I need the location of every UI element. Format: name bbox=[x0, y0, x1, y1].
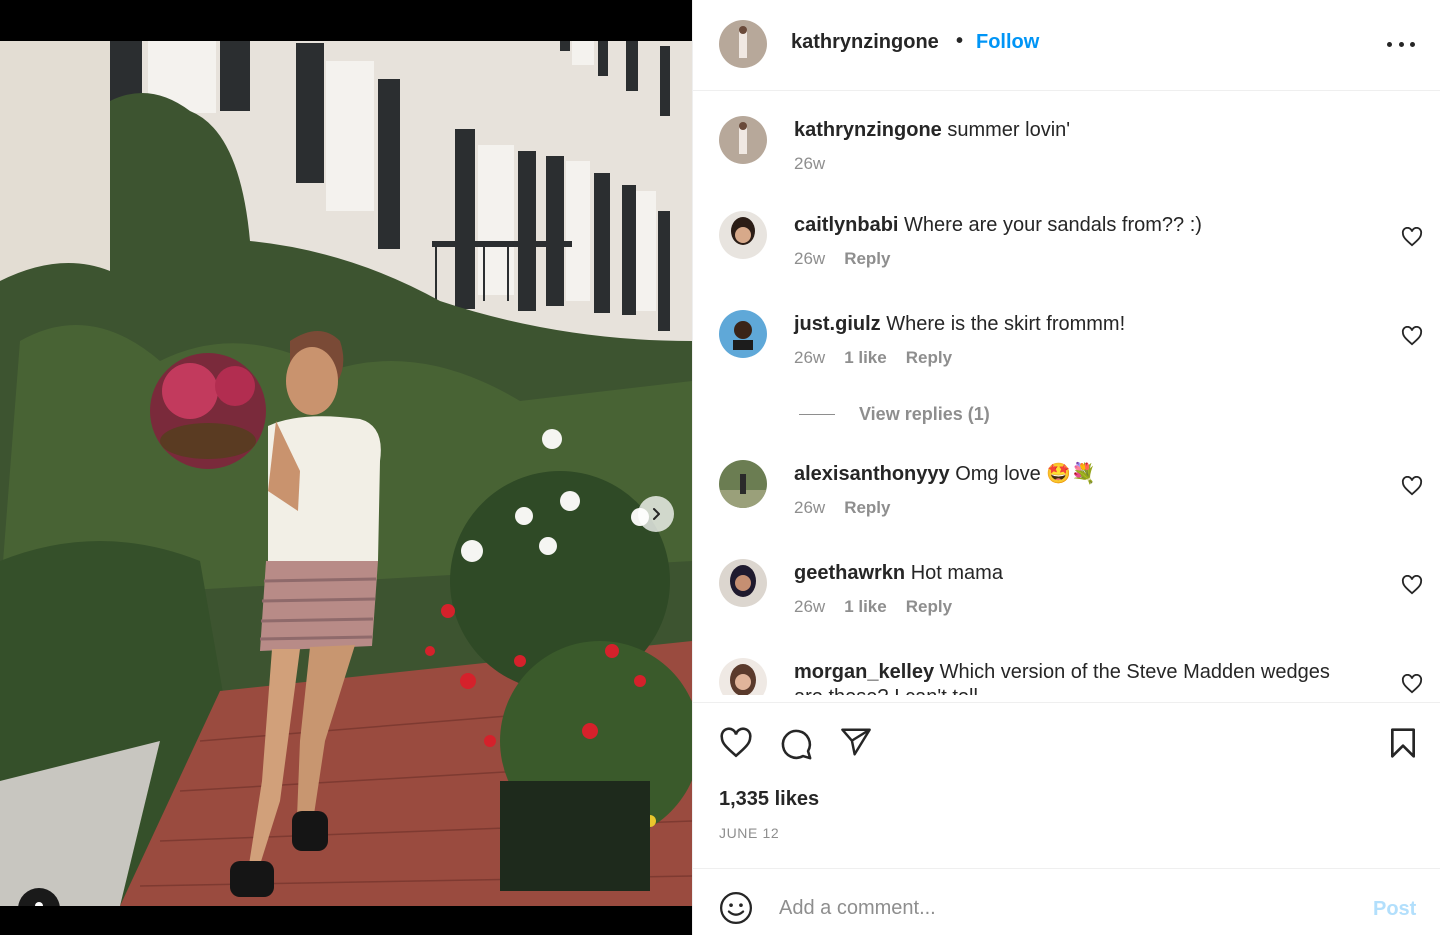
comment-like-count[interactable]: 1 like bbox=[844, 597, 887, 617]
like-comment-heart-icon[interactable] bbox=[1401, 326, 1423, 346]
comment-username[interactable]: just.giulz bbox=[794, 313, 881, 335]
comment-time[interactable]: 26w bbox=[794, 597, 825, 617]
like-count[interactable]: 1,335 likes bbox=[719, 788, 819, 811]
post-actions: 1,335 likes JUNE 12 bbox=[693, 702, 1440, 870]
caption-time[interactable]: 26w bbox=[794, 154, 825, 174]
like-comment-heart-icon[interactable] bbox=[1401, 674, 1423, 694]
user-icon bbox=[35, 902, 43, 906]
post-date[interactable]: JUNE 12 bbox=[719, 825, 779, 841]
post-header: kathrynzingone • Follow bbox=[693, 0, 1440, 91]
caption-text: kathrynzingone summer lovin' bbox=[794, 118, 1384, 142]
add-comment-bar: Post bbox=[693, 868, 1440, 935]
caption-username[interactable]: kathrynzingone bbox=[794, 119, 942, 141]
comment-username[interactable]: caitlynbabi bbox=[794, 214, 898, 236]
commenter-avatar[interactable] bbox=[719, 211, 767, 259]
comment-text: morgan_kelley Which version of the Steve… bbox=[794, 660, 1384, 684]
comment-username[interactable]: alexisanthonyyy bbox=[794, 463, 950, 485]
author-avatar[interactable] bbox=[719, 20, 767, 68]
follow-button[interactable]: Follow bbox=[976, 31, 1039, 54]
reply-button[interactable]: Reply bbox=[906, 348, 952, 368]
comment-username[interactable]: morgan_kelley bbox=[794, 661, 934, 683]
comment-text: caitlynbabi Where are your sandals from?… bbox=[794, 213, 1384, 237]
comment-text: alexisanthonyyy Omg love 🤩💐 bbox=[794, 462, 1384, 486]
comment-text: geethawrkn Hot mama bbox=[794, 561, 1384, 585]
post-media-panel bbox=[0, 0, 692, 935]
commenter-avatar[interactable] bbox=[719, 559, 767, 607]
author-username[interactable]: kathrynzingone bbox=[791, 31, 939, 54]
comment-username[interactable]: geethawrkn bbox=[794, 562, 905, 584]
save-bookmark-icon[interactable] bbox=[1389, 727, 1417, 759]
reply-button[interactable]: Reply bbox=[844, 249, 890, 269]
view-replies-button[interactable]: View replies (1) bbox=[799, 404, 990, 425]
caption-meta: 26w bbox=[794, 154, 825, 174]
replies-divider bbox=[799, 414, 835, 415]
post-photo[interactable] bbox=[0, 41, 692, 906]
comment-body: Where are your sandals from?? :) bbox=[904, 214, 1202, 236]
comment-meta: 26w 1 like Reply bbox=[794, 348, 952, 368]
comment-time[interactable]: 26w bbox=[794, 348, 825, 368]
view-replies-label: View replies (1) bbox=[859, 404, 990, 424]
reply-button[interactable]: Reply bbox=[844, 498, 890, 518]
emoji-icon[interactable] bbox=[719, 891, 753, 925]
post-comment-button[interactable]: Post bbox=[1373, 898, 1416, 921]
more-options-icon[interactable] bbox=[1387, 33, 1415, 55]
comment-body: Omg love 🤩💐 bbox=[955, 463, 1097, 485]
comments-list[interactable]: kathrynzingone summer lovin' 26w caitlyn… bbox=[693, 92, 1440, 695]
like-comment-heart-icon[interactable] bbox=[1401, 476, 1423, 496]
comment-time[interactable]: 26w bbox=[794, 249, 825, 269]
comment-input[interactable] bbox=[779, 891, 1339, 925]
comment-body: Where is the skirt frommm! bbox=[886, 313, 1126, 335]
comment-body: Hot mama bbox=[910, 562, 1003, 584]
comment-body-continued: are these? I can't tell bbox=[794, 686, 978, 695]
like-heart-icon[interactable] bbox=[719, 727, 753, 759]
reply-button[interactable]: Reply bbox=[906, 597, 952, 617]
comment-body: Which version of the Steve Madden wedges bbox=[939, 661, 1330, 683]
commenter-avatar[interactable] bbox=[719, 658, 767, 695]
caption-avatar[interactable] bbox=[719, 116, 767, 164]
comment-time[interactable]: 26w bbox=[794, 498, 825, 518]
commenter-avatar[interactable] bbox=[719, 310, 767, 358]
comment-meta: 26w 1 like Reply bbox=[794, 597, 952, 617]
photo-scene bbox=[0, 41, 692, 906]
comment-meta: 26w Reply bbox=[794, 498, 890, 518]
share-icon[interactable] bbox=[839, 727, 873, 757]
commenter-avatar[interactable] bbox=[719, 460, 767, 508]
chevron-right-icon bbox=[653, 508, 660, 520]
comment-icon[interactable] bbox=[779, 727, 813, 761]
like-comment-heart-icon[interactable] bbox=[1401, 575, 1423, 595]
header-separator: • bbox=[956, 30, 964, 52]
caption-body: summer lovin' bbox=[947, 119, 1071, 141]
next-slide-button[interactable] bbox=[638, 496, 674, 532]
comment-text: just.giulz Where is the skirt frommm! bbox=[794, 312, 1384, 336]
post-details-panel: kathrynzingone • Follow kathrynzingone s… bbox=[692, 0, 1440, 935]
comment-meta: 26w Reply bbox=[794, 249, 890, 269]
comment-like-count[interactable]: 1 like bbox=[844, 348, 887, 368]
like-comment-heart-icon[interactable] bbox=[1401, 227, 1423, 247]
